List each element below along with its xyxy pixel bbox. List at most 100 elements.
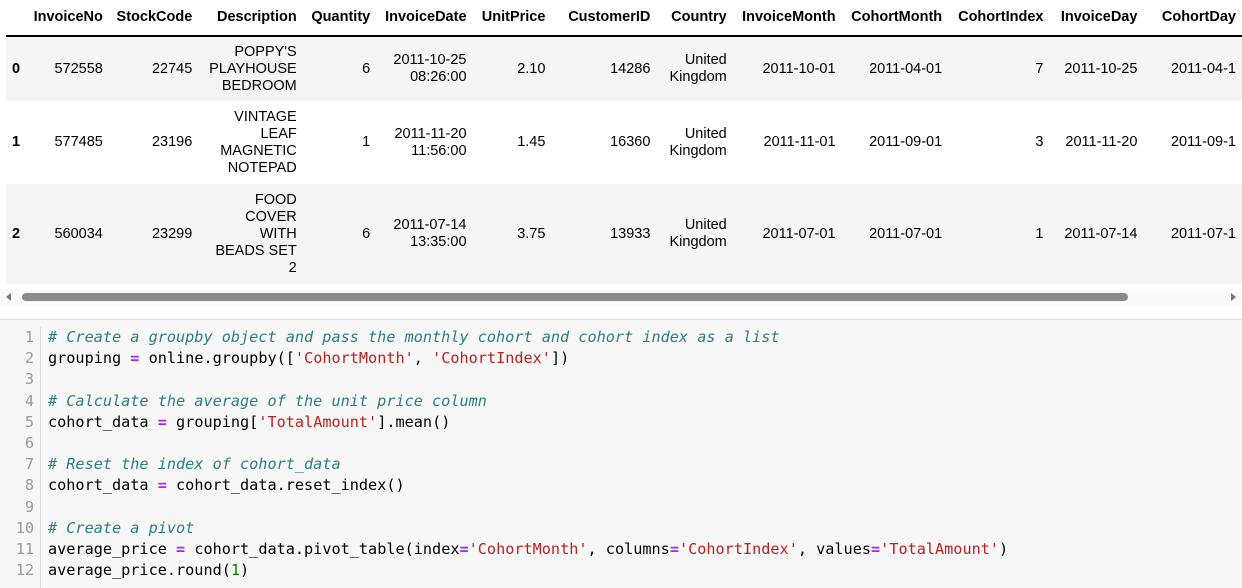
code-token-plain: , columns: [587, 539, 670, 558]
cell-line: United: [684, 125, 727, 142]
line-number-gutter: 1 2 3 4 5 6 7 8 9 10 11 12: [0, 327, 41, 588]
cell-cohortmonth: 2011-07-01: [869, 225, 943, 242]
cell-line: 13:35:00: [410, 234, 467, 250]
code-token-comment: # Create a groupby object and pass the m…: [48, 328, 780, 346]
cell-line: BEADS SET: [215, 242, 297, 259]
line-number: 5: [24, 412, 34, 431]
cell-invoiceday: 2011-07-14: [1064, 225, 1138, 242]
code-line[interactable]: cohort_data = cohort_data.reset_index(): [48, 475, 1242, 496]
cell-invoicemonth: 2011-11-01: [763, 134, 836, 150]
code-line[interactable]: # Reset the index of cohort_data: [48, 454, 1242, 475]
code-token-op: =: [669, 539, 679, 558]
scrollbar-track[interactable]: [20, 293, 1222, 301]
code-line[interactable]: [48, 433, 1242, 454]
code-line[interactable]: # Calculate the average of the unit pric…: [48, 391, 1242, 412]
cell-line: POPPY'S: [234, 43, 297, 60]
cell-description: FOOD COVER WITH BEADS SET 2: [198, 184, 302, 284]
cell-line: VINTAGE: [234, 108, 297, 125]
cell-description: VINTAGE LEAF MAGNETIC NOTEPAD: [198, 101, 302, 184]
code-line[interactable]: # Create a groupby object and pass the m…: [48, 327, 1242, 348]
line-number: 9: [24, 497, 34, 516]
column-header-unitprice: UnitPrice: [472, 0, 552, 37]
code-token-op: =: [157, 412, 167, 431]
cell-customerid: 16360: [610, 134, 651, 150]
dataframe-output: InvoiceNo StockCode Description Quantity…: [6, 0, 1242, 290]
cell-line: 2011-07-14: [393, 217, 467, 233]
cell-customerid: 13933: [610, 225, 651, 242]
cell-invoiceday: 2011-10-25: [1064, 60, 1138, 77]
cell-cohortindex: 1: [1035, 225, 1044, 242]
code-line[interactable]: cohort_data = grouping['TotalAmount'].me…: [48, 412, 1242, 433]
code-cell-editor[interactable]: 1 2 3 4 5 6 7 8 9 10 11 12 # Create a groupby objec…: [0, 320, 1242, 588]
cell-line: Kingdom: [669, 142, 727, 159]
cell-customerid: 14286: [610, 60, 651, 77]
column-header-cohortmonth: CohortMonth: [841, 0, 949, 37]
line-number: 11: [15, 539, 34, 558]
code-line[interactable]: [48, 497, 1242, 518]
cell-cohortindex: 3: [1035, 134, 1044, 150]
code-line[interactable]: [48, 369, 1242, 390]
cell-line: 2: [288, 259, 297, 276]
column-header-invoiceday: InvoiceDay: [1049, 0, 1144, 37]
cell-invoicedate: 2011-10-25 08:26:00: [376, 36, 472, 101]
code-token-string: 'TotalAmount': [258, 412, 378, 431]
cell-line: MAGNETIC: [220, 142, 297, 159]
row-index: 0: [12, 60, 21, 77]
cell-invoiceday: 2011-11-20: [1065, 134, 1138, 150]
cell-unitprice: 3.75: [517, 225, 546, 242]
cell-invoiceno: 572558: [54, 60, 103, 77]
line-number: 10: [15, 518, 34, 537]
cell-line: NOTEPAD: [227, 159, 297, 176]
code-token-string: 'TotalAmount': [880, 539, 1000, 558]
table-row: 2 560034 23299 FOOD COVER WITH BEADS SET 2 6 2011…: [6, 184, 1242, 284]
code-token-string: 'CohortIndex': [432, 349, 551, 368]
table-row: 1 577485 23196 VINTAGE LEAF MAGNETIC NOTEPAD 1 2…: [6, 101, 1242, 184]
cell-country: United Kingdom: [656, 36, 732, 101]
cell-country: United Kingdom: [656, 101, 732, 184]
cell-line: BEDROOM: [221, 77, 297, 94]
column-header-cohortday: CohortDay: [1143, 0, 1242, 37]
code-token-string: 'CohortMonth': [468, 539, 588, 558]
horizontal-scrollbar[interactable]: [0, 289, 1242, 305]
cell-cohortmonth: 2011-09-01: [869, 134, 943, 150]
code-line[interactable]: grouping = online.groupby(['CohortMonth'…: [48, 348, 1242, 369]
cell-country: United Kingdom: [656, 184, 732, 284]
column-header-description: Description: [198, 0, 303, 37]
table-header-row: InvoiceNo StockCode Description Quantity…: [6, 0, 1242, 37]
cell-unitprice: 2.10: [517, 60, 546, 77]
cell-line: 2011-11-20: [394, 125, 467, 142]
code-line[interactable]: average_price.round(1): [48, 560, 1242, 581]
line-number: 12: [15, 561, 34, 580]
line-number: 1: [24, 328, 34, 346]
scroll-left-arrow-icon[interactable]: [6, 293, 11, 301]
column-header-invoicedate: InvoiceDate: [376, 0, 473, 37]
code-token-plain: online.groupby([: [139, 349, 295, 368]
code-line[interactable]: # Create a pivot: [48, 518, 1242, 539]
cell-line: United: [684, 52, 727, 68]
column-header-invoiceno: InvoiceNo: [27, 0, 109, 37]
scroll-right-arrow-icon[interactable]: [1231, 293, 1236, 301]
row-index: 2: [12, 225, 21, 242]
cell-cohortday: 2011-09-1: [1170, 134, 1236, 150]
cell-cohortmonth: 2011-04-01: [869, 60, 943, 77]
code-line[interactable]: average_price = cohort_data.pivot_table(…: [48, 539, 1242, 560]
code-token-plain: grouping[: [166, 412, 259, 431]
cell-line: FOOD: [254, 191, 297, 208]
cell-line: United: [684, 217, 727, 233]
column-header-cohortindex: CohortIndex: [948, 0, 1050, 37]
code-token-plain: ]): [550, 349, 570, 368]
code-lines[interactable]: # Create a groupby object and pass the m…: [48, 327, 1242, 581]
code-token-string: 'CohortMonth': [294, 349, 414, 368]
cell-invoiceno: 577485: [54, 134, 103, 150]
cell-line: Kingdom: [669, 234, 727, 250]
cell-invoicemonth: 2011-07-01: [762, 225, 836, 242]
cell-line: 08:26:00: [410, 69, 467, 85]
line-number: 3: [24, 370, 34, 389]
line-number: 2: [24, 349, 34, 368]
cell-quantity: 1: [362, 134, 371, 150]
code-token-op: =: [871, 539, 881, 558]
cell-stockcode: 23299: [151, 225, 193, 242]
line-number: 6: [24, 433, 34, 452]
scrollbar-thumb[interactable]: [22, 293, 1128, 301]
cell-cohortday: 2011-04-1: [1170, 60, 1236, 77]
